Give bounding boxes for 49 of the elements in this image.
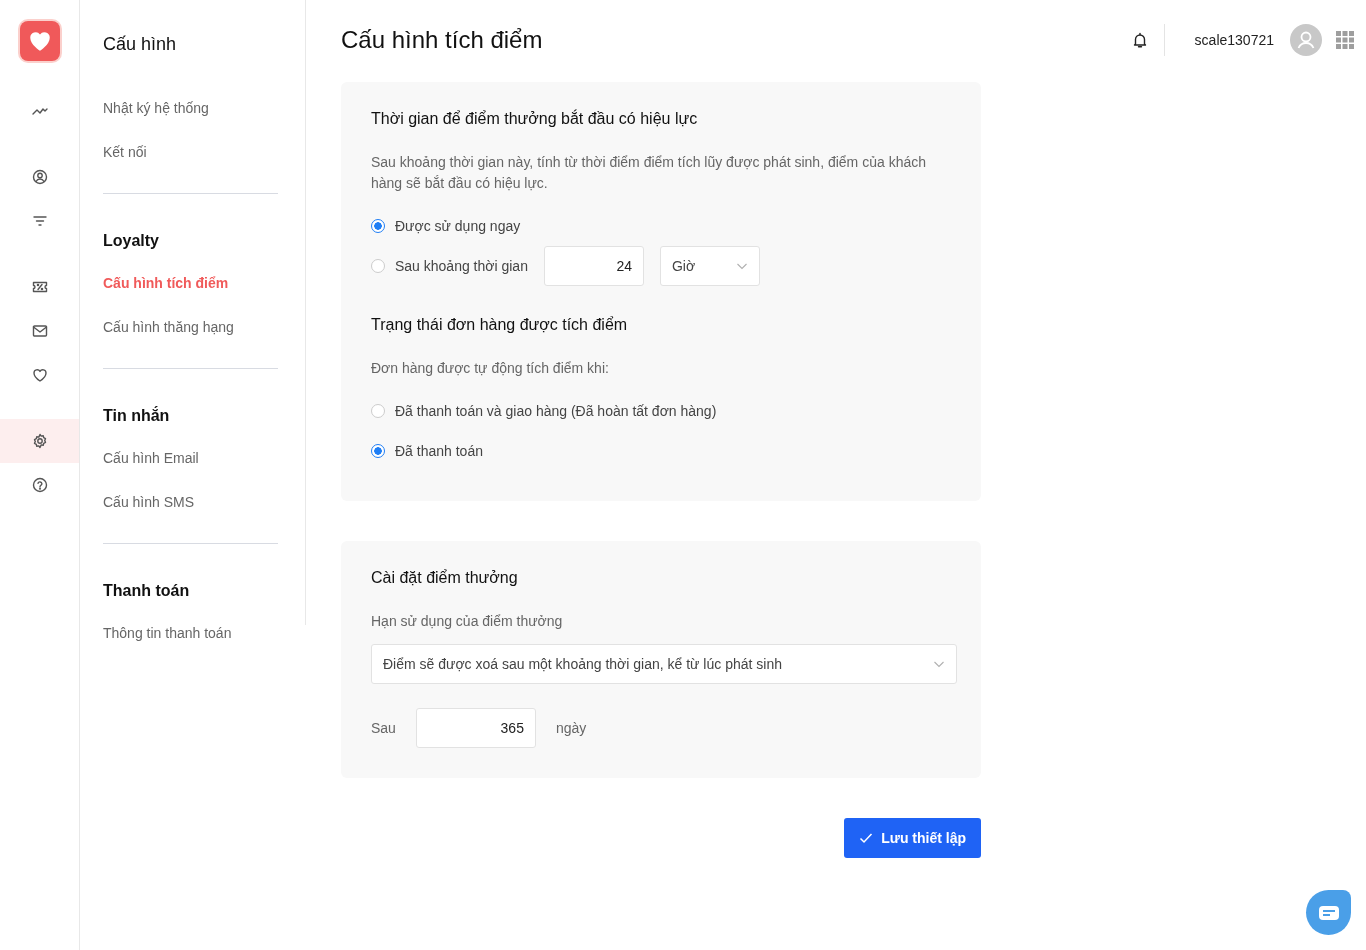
section-heading: Thanh toán [103, 582, 190, 600]
radio-label[interactable]: Đã thanh toán và giao hàng (Đã hoàn tất đơn hàng) [395, 403, 717, 419]
description-text: Đơn hàng được tự động tích điểm khi: [371, 359, 610, 378]
number-field[interactable]: 24 [543, 246, 644, 286]
section-heading: Tin nhắn [103, 407, 170, 425]
chat-button[interactable] [1306, 890, 1351, 935]
radio-label[interactable]: Sau khoảng thời gian [395, 258, 528, 274]
menu-link[interactable]: Cấu hình Email [103, 447, 199, 469]
radio-label[interactable]: Được sử dụng ngay [395, 218, 521, 234]
mail-icon [31, 323, 48, 339]
check-icon [859, 831, 874, 845]
number-field[interactable]: 365 [415, 708, 536, 748]
user-icon [31, 169, 48, 185]
menu-link[interactable]: Cấu hình thăng hạng [103, 316, 234, 338]
section-heading: Cài đặt điểm thưởng [371, 568, 519, 588]
dropdown-value: Giờ [671, 258, 696, 274]
section-heading: Loyalty [103, 232, 159, 250]
username[interactable]: scale130721 [1194, 32, 1274, 48]
filter-icon [31, 213, 48, 229]
notification-bell-icon[interactable] [1131, 31, 1148, 49]
dropdown-value: Điểm sẽ được xoá sau một khoảng thời gian, kể từ lúc phát sinh [383, 656, 782, 672]
radio-button[interactable] [371, 219, 385, 233]
radio-button[interactable] [371, 404, 385, 418]
menu-link[interactable]: Nhật ký hệ thống [103, 97, 209, 119]
menu-title: Cấu hình [103, 34, 178, 55]
help-icon [31, 477, 48, 493]
section-heading: Trạng thái đơn hàng được tích điểm [371, 315, 629, 335]
menu-link[interactable]: Cấu hình SMS [103, 491, 195, 513]
menu-link[interactable]: Thông tin thanh toán [103, 622, 232, 644]
radio-label[interactable]: Đã thanh toán [395, 443, 483, 459]
menu-link[interactable]: Kết nối [103, 141, 147, 163]
apps-grid-icon[interactable] [1336, 31, 1354, 49]
coupon-icon [31, 279, 48, 295]
settings-icon [31, 433, 48, 449]
app-logo [20, 21, 60, 61]
radio-button[interactable] [371, 259, 385, 273]
description-text: Sau khoảng thời gian này, tính từ thời điểm điểm tích lũy được phát sinh, điểm của khách hàng sẽ bắt đầu có hiệu lực. [371, 153, 927, 193]
heart-icon [31, 367, 48, 383]
save-button[interactable]: Lưu thiết lập [844, 818, 981, 858]
unit-dropdown[interactable]: Giờ [659, 246, 760, 286]
field-suffix: ngày [555, 720, 587, 736]
description-text: Hạn sử dụng của điểm thưởng [371, 612, 564, 631]
avatar-icon[interactable] [1290, 24, 1322, 56]
field-prefix: Sau [371, 720, 396, 736]
page-title: Cấu hình tích điểm [341, 26, 543, 54]
radio-button[interactable] [371, 444, 385, 458]
section-heading: Thời gian để điểm thưởng bắt đầu có hiệu lực [371, 108, 699, 129]
expiry-dropdown[interactable]: Điểm sẽ được xoá sau một khoảng thời gian, kể từ lúc phát sinh [371, 644, 957, 684]
nav-item[interactable] [0, 419, 79, 463]
